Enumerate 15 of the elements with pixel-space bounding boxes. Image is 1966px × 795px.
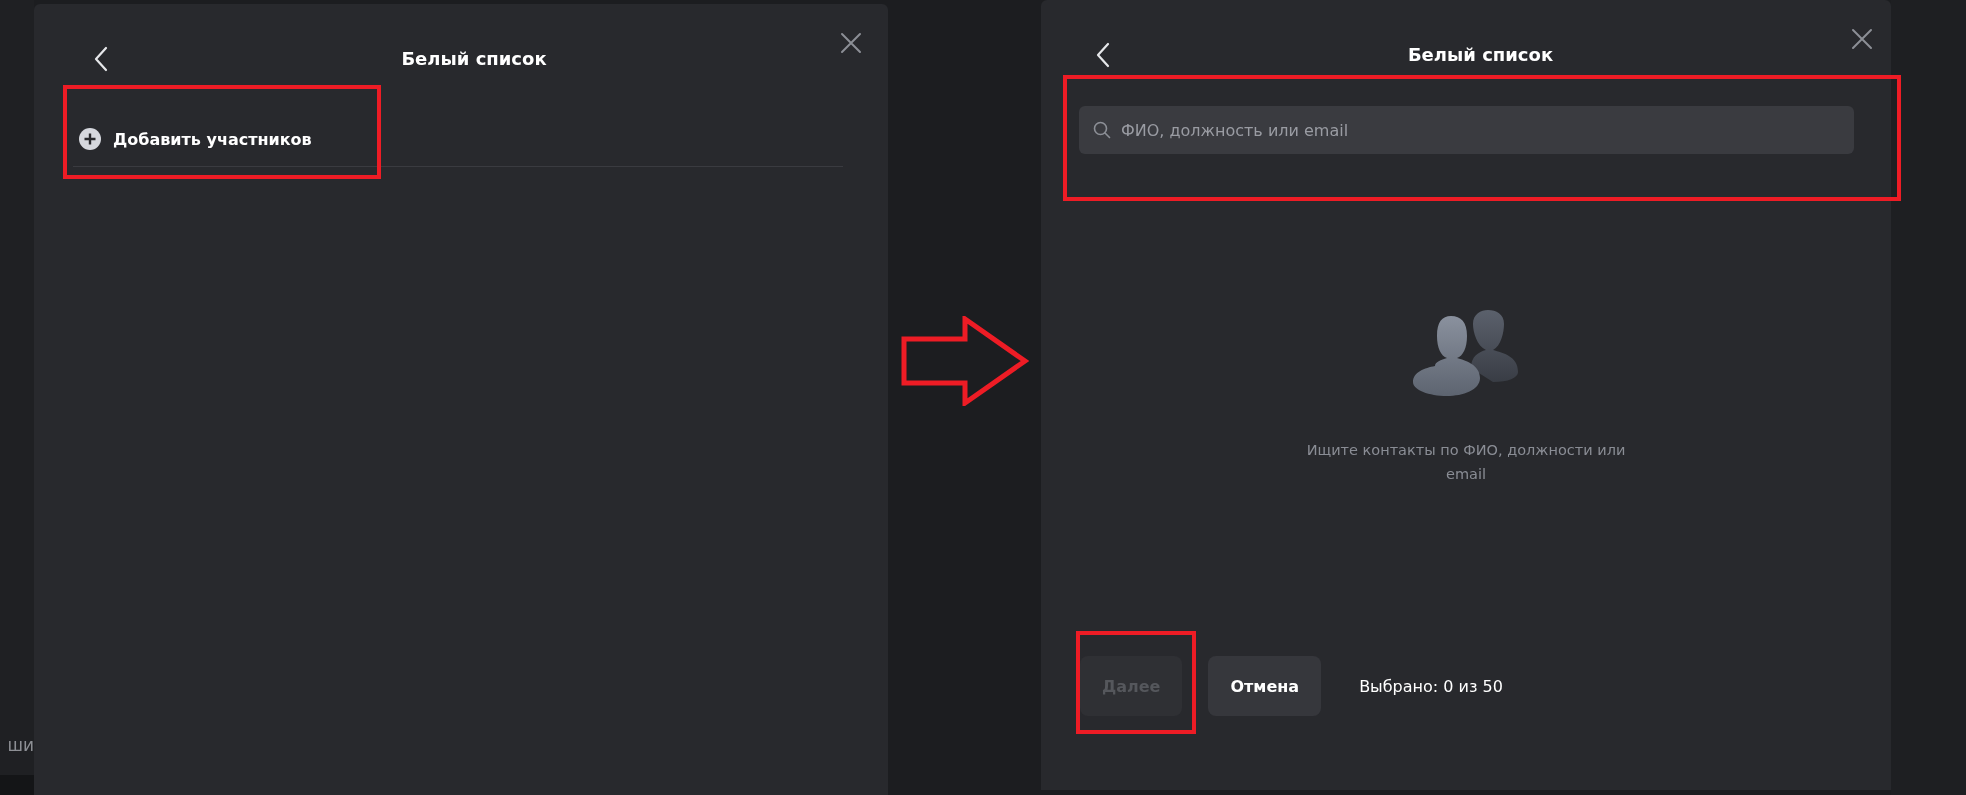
selected-count: Выбрано: 0 из 50 xyxy=(1359,676,1503,696)
close-icon[interactable] xyxy=(1851,28,1873,50)
plus-icon xyxy=(79,128,101,150)
search-icon xyxy=(1093,121,1111,139)
dialog-title: Белый список xyxy=(1406,44,1555,65)
background-text: ши xyxy=(7,735,34,757)
people-icon xyxy=(1413,310,1519,396)
back-icon[interactable] xyxy=(1096,42,1110,68)
empty-state-text: Ищите контакты по ФИО, должности или email xyxy=(1306,441,1626,484)
back-icon[interactable] xyxy=(94,46,108,72)
cancel-button[interactable]: Отмена xyxy=(1208,656,1322,716)
add-participants-button[interactable]: Добавить участников xyxy=(79,124,312,154)
dialog-title: Белый список xyxy=(400,48,548,69)
search-field[interactable]: ФИО, должность или email xyxy=(1079,106,1854,154)
close-icon[interactable] xyxy=(840,32,862,54)
